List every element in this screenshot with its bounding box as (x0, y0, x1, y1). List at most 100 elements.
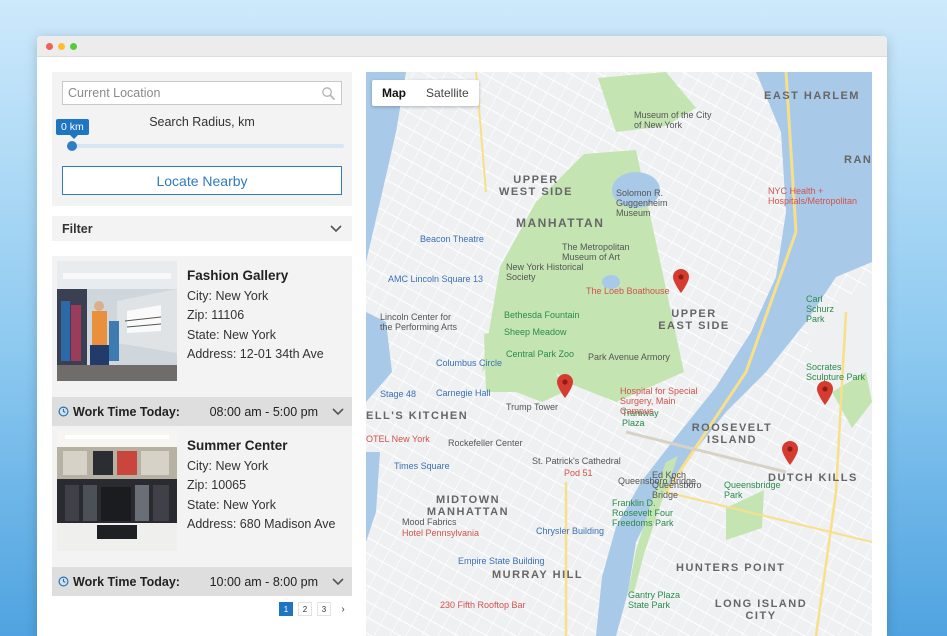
filter-toggle[interactable]: Filter (52, 216, 352, 241)
map-place-label[interactable]: Queensboro Bridge (618, 476, 696, 486)
map-area-label: HUNTERS POINT (676, 562, 786, 574)
maximize-window-dot[interactable] (70, 42, 77, 50)
map-place-label[interactable]: Columbus Circle (436, 358, 502, 368)
store-state: State: New York (187, 497, 276, 512)
chevron-down-icon (330, 224, 342, 232)
store-marker-pin-icon[interactable] (782, 441, 798, 465)
map-view[interactable]: Map Satellite EAST HARLEM UPPER WEST SID… (366, 72, 872, 636)
map-area-label: ROOSEVELT ISLAND (691, 422, 773, 446)
store-city: City: New York (187, 458, 269, 473)
map-area-label: MANHATTAN (516, 216, 605, 230)
map-place-label[interactable]: Rockefeller Center (448, 438, 523, 448)
map-place-label[interactable]: Stage 48 (380, 389, 416, 399)
filter-label: Filter (62, 221, 93, 236)
map-area-label: MIDTOWN MANHATTAN (426, 494, 510, 518)
page-button-3[interactable]: 3 (317, 602, 331, 616)
map-place-label[interactable]: NYC Health + Hospitals/Metropolitan (768, 186, 858, 206)
store-address: Address: 12-01 34th Ave (187, 347, 324, 361)
store-name[interactable]: Summer Center (187, 436, 335, 456)
work-time-toggle[interactable]: Work Time Today: 08:00 am - 5:00 pm (52, 397, 352, 426)
store-locator-panel: Search Radius, km 0 km Locate Nearby Fil… (52, 72, 352, 616)
radius-value-badge: 0 km (56, 119, 89, 139)
map-place-label[interactable]: Hotel Pennsylvania (402, 528, 479, 538)
work-time-value: 10:00 am - 8:00 pm (209, 574, 318, 589)
map-place-label[interactable]: AMC Lincoln Square 13 (388, 274, 483, 284)
store-marker-pin-icon[interactable] (673, 269, 689, 293)
store-photo-fashion-gallery (57, 261, 177, 381)
work-time-label: Work Time Today: (73, 404, 180, 419)
store-item[interactable]: Summer Center City: New York Zip: 10065 … (52, 426, 352, 596)
map-place-label[interactable]: 230 Fifth Rooftop Bar (440, 600, 526, 610)
map-type-satellite-button[interactable]: Satellite (416, 80, 479, 106)
map-area-label: UPPER EAST SIDE (658, 308, 730, 332)
store-item[interactable]: Fashion Gallery City: New York Zip: 1110… (52, 256, 352, 426)
map-place-label[interactable]: The Loeb Boathouse (586, 286, 670, 296)
map-area-label: EAST HARLEM (764, 90, 860, 102)
work-time-toggle[interactable]: Work Time Today: 10:00 am - 8:00 pm (52, 567, 352, 596)
location-input[interactable] (63, 82, 313, 104)
map-area-label: RAND (844, 154, 872, 166)
map-place-label[interactable]: Pod 51 (564, 468, 593, 478)
map-area-label: LONG ISLAND CITY (714, 598, 808, 622)
map-poi-label[interactable]: Carl Schurz Park (806, 294, 846, 324)
title-bar (37, 36, 887, 57)
map-place-label[interactable]: Park Avenue Armory (588, 352, 670, 362)
chevron-down-icon (332, 577, 344, 585)
page-button-1[interactable]: 1 (279, 602, 293, 616)
map-place-label[interactable]: Chrysler Building (536, 526, 604, 536)
browser-window: Search Radius, km 0 km Locate Nearby Fil… (37, 36, 887, 636)
map-type-map-button[interactable]: Map (372, 80, 416, 106)
map-place-label[interactable]: Trump Tower (506, 402, 558, 412)
map-poi-label[interactable]: Queensbridge Park (724, 480, 781, 500)
close-window-dot[interactable] (46, 42, 53, 50)
map-place-label[interactable]: Lincoln Center for the Performing Arts (380, 312, 466, 332)
store-photo-summer-center (57, 431, 177, 551)
clock-icon (58, 406, 69, 417)
store-details: Summer Center City: New York Zip: 10065 … (187, 436, 335, 535)
store-details: Fashion Gallery City: New York Zip: 1110… (187, 266, 324, 365)
map-poi-label[interactable]: Central Park Zoo (506, 349, 574, 359)
chevron-down-icon (332, 407, 344, 415)
map-poi-label[interactable]: The Metropolitan Museum of Art (562, 242, 652, 262)
store-city: City: New York (187, 288, 269, 303)
radius-slider-handle[interactable] (67, 141, 77, 151)
radius-slider-track[interactable] (70, 144, 344, 148)
map-poi-label[interactable]: Museum of the City of New York (634, 110, 718, 130)
map-poi-label[interactable]: Solomon R. Guggenheim Museum (616, 188, 696, 218)
store-address: Address: 680 Madison Ave (187, 517, 336, 531)
map-poi-label[interactable]: New York Historical Society (506, 262, 584, 282)
store-name[interactable]: Fashion Gallery (187, 266, 324, 286)
store-card[interactable]: Summer Center City: New York Zip: 10065 … (52, 426, 352, 567)
search-panel: Search Radius, km 0 km Locate Nearby (52, 72, 352, 206)
store-state: State: New York (187, 327, 276, 342)
store-marker-pin-icon[interactable] (817, 381, 833, 405)
search-radius-label: Search Radius, km (149, 115, 255, 129)
next-page-button[interactable]: › (336, 602, 350, 616)
map-place-label[interactable]: OTEL New York (366, 434, 430, 444)
map-place-label[interactable]: Beacon Theatre (420, 234, 484, 244)
map-place-label[interactable]: Hospital for Special Surgery, Main Campu… (620, 386, 710, 416)
map-area-label: MURRAY HILL (492, 569, 584, 581)
map-poi-label[interactable]: Franklin D. Roosevelt Four Freedoms Park (612, 498, 688, 528)
map-area-label: ELL'S KITCHEN (366, 410, 469, 422)
pagination: 1 2 3 › (52, 602, 352, 616)
map-place-label[interactable]: Times Square (394, 461, 450, 471)
store-marker-pin-icon[interactable] (557, 374, 573, 398)
location-search-box (62, 81, 342, 105)
locate-nearby-button[interactable]: Locate Nearby (62, 166, 342, 195)
search-icon[interactable] (321, 86, 336, 101)
map-poi-label[interactable]: Bethesda Fountain (504, 310, 580, 320)
map-poi-label[interactable]: Gantry Plaza State Park (628, 590, 688, 610)
work-time-label: Work Time Today: (73, 574, 180, 589)
minimize-window-dot[interactable] (58, 42, 65, 50)
store-zip: Zip: 10065 (187, 478, 247, 492)
store-card[interactable]: Fashion Gallery City: New York Zip: 1110… (52, 256, 352, 397)
map-type-control: Map Satellite (372, 80, 479, 106)
map-place-label[interactable]: Mood Fabrics (402, 517, 457, 527)
map-place-label[interactable]: Empire State Building (458, 556, 545, 566)
map-place-label[interactable]: St. Patrick's Cathedral (532, 456, 621, 466)
map-poi-label[interactable]: Sheep Meadow (504, 327, 567, 337)
page-button-2[interactable]: 2 (298, 602, 312, 616)
map-place-label[interactable]: Carnegie Hall (436, 388, 491, 398)
map-poi-label[interactable]: Socrates Sculpture Park (806, 362, 866, 382)
